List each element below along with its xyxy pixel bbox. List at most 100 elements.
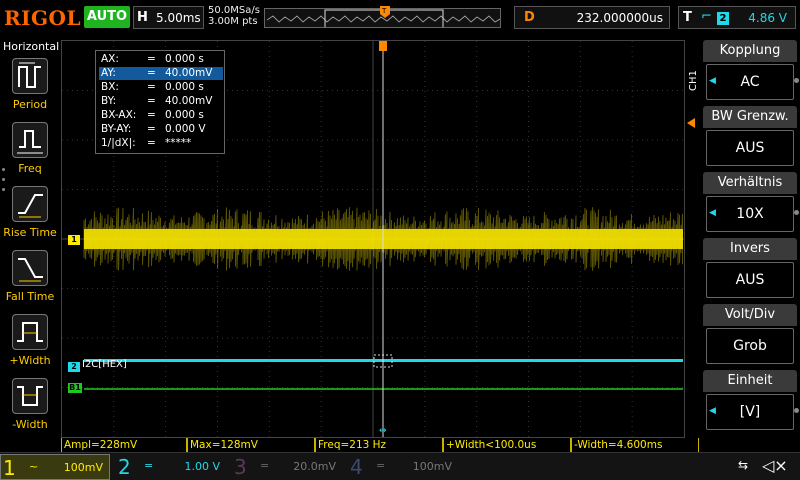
knob-indicator-icon	[794, 408, 799, 413]
coupling-dc-icon: =	[144, 459, 154, 472]
unit-button[interactable]: Einheit [V] ◀	[703, 370, 797, 432]
select-arrow-icon: ◀	[709, 76, 716, 86]
cursor-eq: =	[147, 67, 156, 79]
cursor-bx-row: BX: = 0.000 s	[99, 81, 223, 94]
cursor-value: 40.00mV	[165, 95, 213, 107]
measurement-positive-width[interactable]: +Width<100.0us	[443, 438, 571, 452]
measure-negative-width-button[interactable]: -Width	[0, 378, 60, 440]
select-arrow-icon: ◀	[709, 406, 716, 416]
cursor-key: AX:	[101, 53, 119, 65]
top-status-bar: RIGOL AUTO H 5.00ms 50.0MSa/s 3.00M pts …	[0, 0, 800, 38]
trigger-level-icon	[687, 118, 695, 128]
cursor-eq: =	[147, 137, 156, 149]
bandwidth-limit-button[interactable]: BW Grenzw. AUS	[703, 106, 797, 168]
coupling-ac-icon: ~	[29, 460, 39, 473]
negative-width-icon	[12, 378, 48, 414]
measurement-max[interactable]: Max=128mV	[187, 438, 315, 452]
horizontal-tag: H	[137, 10, 148, 25]
brand-logo: RIGOL	[4, 6, 82, 30]
usb-icon: ⇆	[738, 458, 749, 472]
measure-freq-button[interactable]: Freq	[0, 122, 60, 184]
channel-scale: 100mV	[412, 460, 452, 473]
measure-negative-width-label: -Width	[12, 418, 48, 431]
measure-fall-time-label: Fall Time	[5, 290, 55, 303]
cursor-key: BY-AY:	[101, 123, 132, 135]
channel-2-status[interactable]: 2 = 1.00 V	[116, 454, 226, 480]
channel-scale: 1.00 V	[184, 460, 220, 473]
measure-rise-time-button[interactable]: Rise Time	[0, 186, 60, 248]
cursor-key: BX-AX:	[101, 109, 137, 121]
measure-period-button[interactable]: Period	[0, 58, 60, 120]
measure-fall-time-button[interactable]: Fall Time	[0, 250, 60, 312]
volt-div-value: Grob	[706, 328, 794, 364]
fall-time-icon	[12, 250, 48, 286]
measure-menu-title: Horizontal	[3, 40, 60, 53]
positive-width-icon	[12, 314, 48, 350]
cursor-readout-panel: AX: = 0.000 s AY: = 40.00mV BX: = 0.000 …	[95, 50, 225, 154]
cursor-inv-dx-row: 1/|dX|: = *****	[99, 137, 223, 150]
unit-value: [V]	[706, 394, 794, 430]
rise-time-icon	[12, 186, 48, 222]
delay-tag: D	[524, 10, 535, 25]
channel-number: 1	[3, 456, 16, 480]
invert-button[interactable]: Invers AUS	[703, 238, 797, 300]
channel-1-status[interactable]: 1 ~ 100mV	[0, 454, 110, 480]
channel-4-status[interactable]: 4 = 100mV	[348, 454, 458, 480]
timebase-value: 5.00ms	[156, 11, 201, 25]
bandwidth-limit-value: AUS	[706, 130, 794, 166]
probe-ratio-button[interactable]: Verhältnis 10X ◀	[703, 172, 797, 234]
measure-menu: Horizontal Period Freq Rise Time Fall Ti…	[0, 38, 60, 438]
cursor-ay-row[interactable]: AY: = 40.00mV	[99, 67, 223, 80]
trigger-marker-top-icon	[379, 41, 387, 51]
cursor-ax-row: AX: = 0.000 s	[99, 53, 223, 66]
bandwidth-limit-title: BW Grenzw.	[703, 106, 797, 128]
cursor-by-row: BY: = 40.00mV	[99, 95, 223, 108]
speaker-mute-icon[interactable]: ◁×	[762, 456, 788, 475]
cursor-eq: =	[147, 123, 156, 135]
delay-value: 232.000000us	[576, 11, 663, 25]
trigger-level: 4.86 V	[748, 11, 787, 25]
knob-indicator-icon	[794, 210, 799, 215]
volt-div-button[interactable]: Volt/Div Grob	[703, 304, 797, 366]
horizontal-timebase[interactable]: H 5.00ms	[133, 6, 204, 29]
coupling-dc-icon: =	[376, 459, 386, 472]
ch1-offset-marker[interactable]: 1	[68, 235, 80, 245]
select-arrow-icon: ◀	[709, 208, 716, 218]
coupling-dc-icon: =	[260, 459, 270, 472]
unit-title: Einheit	[703, 370, 797, 392]
measure-positive-width-button[interactable]: +Width	[0, 314, 60, 376]
cursor-key: BX:	[101, 81, 119, 93]
run-state-button[interactable]: AUTO	[84, 6, 130, 28]
invert-title: Invers	[703, 238, 797, 260]
trigger-display[interactable]: T ⌐ 2 4.86 V	[678, 6, 796, 29]
channel-number: 3	[234, 455, 247, 479]
cursor-value: 40.00mV	[165, 67, 213, 79]
cursor-eq: =	[147, 95, 156, 107]
measurement-negative-width[interactable]: -Width=4.600ms	[571, 438, 699, 452]
measure-positive-width-label: +Width	[9, 354, 51, 367]
ch2-offset-marker[interactable]: 2	[68, 362, 80, 372]
cursor-key: AY:	[101, 67, 116, 79]
trigger-position-icon: T	[380, 6, 390, 18]
rising-edge-icon: ⌐	[701, 9, 712, 24]
volt-div-title: Volt/Div	[703, 304, 797, 326]
measurement-results: Ampl=228mV Max=128mV Freq=213 Hz +Width<…	[61, 438, 761, 452]
cursor-bottom-marker-icon: ↔	[379, 426, 387, 436]
delay-display[interactable]: D 232.000000us	[514, 6, 670, 29]
measurement-amplitude[interactable]: Ampl=228mV	[61, 438, 187, 452]
memory-depth: 3.00M pts	[208, 16, 258, 27]
cursor-value: 0.000 s	[165, 109, 204, 121]
cursor-key: 1/|dX|:	[101, 137, 136, 149]
channel-3-status[interactable]: 3 = 20.0mV	[232, 454, 342, 480]
cursor-eq: =	[147, 53, 156, 65]
frequency-icon	[12, 122, 48, 158]
coupling-button[interactable]: Kopplung AC ◀	[703, 40, 797, 102]
channel-number: 2	[118, 455, 131, 479]
channel-scale: 100mV	[63, 461, 103, 474]
bus-marker[interactable]: B1	[68, 383, 82, 393]
measure-freq-label: Freq	[18, 162, 42, 175]
trigger-source: 2	[717, 12, 729, 25]
cursor-value: *****	[165, 137, 192, 149]
period-icon	[12, 58, 48, 94]
measurement-frequency[interactable]: Freq=213 Hz	[315, 438, 443, 452]
